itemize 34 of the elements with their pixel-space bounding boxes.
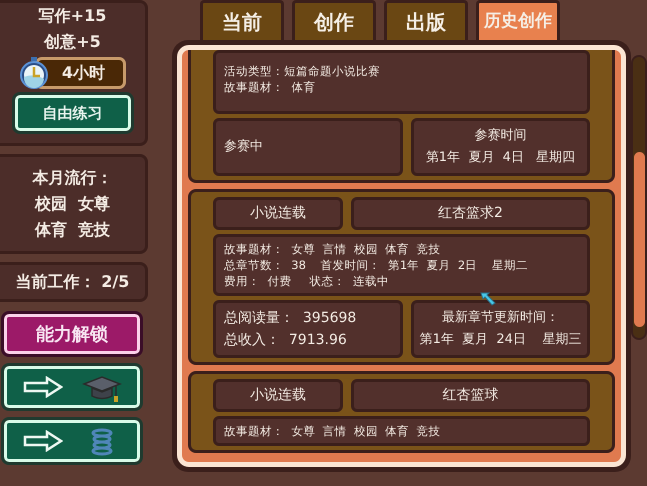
title-label: 红杏篮球: [351, 379, 590, 412]
nav-button[interactable]: [4, 366, 140, 408]
arrow-icon: [22, 430, 62, 452]
stat-text: 写作+15: [38, 6, 106, 25]
unlock-button[interactable]: 能力解锁: [4, 314, 140, 354]
title-label: 红杏篮求2: [351, 197, 590, 230]
tab[interactable]: 创作: [292, 0, 376, 40]
status-text: 参赛中: [224, 139, 263, 154]
scrollbar-thumb[interactable]: [634, 152, 645, 327]
info-text: 活动类型：短篇命题小说比赛: [224, 64, 380, 78]
nav-button[interactable]: [4, 420, 140, 462]
cursor-icon: [480, 292, 496, 306]
tab[interactable]: 出版: [384, 0, 468, 40]
info-text: 故事题材： 女尊 言情 校园 体育 竞技: [224, 424, 441, 438]
work-count: 当前工作： 2/5: [16, 272, 130, 291]
stat-text: 创意+5: [44, 32, 101, 51]
info-text: 费用： 付费 状态： 连载中: [224, 274, 389, 288]
date-text: 第1年 夏月 24日 星期三: [420, 332, 582, 347]
trend-tags: 校园 女尊: [34, 194, 110, 213]
tab[interactable]: 当前: [200, 0, 284, 40]
scrollbar[interactable]: [631, 55, 647, 340]
total-text: 总收入： 7913.96: [224, 332, 347, 348]
date-title: 参赛时间: [474, 128, 526, 143]
trend-title: 本月流行：: [31, 167, 114, 189]
info-text: 故事题材： 体育: [224, 80, 316, 94]
date-title: 最新章节更新时间：: [442, 310, 559, 325]
info-text: 故事题材： 女尊 言情 校园 体育 竞技: [224, 242, 441, 256]
trend-tags: 体育 竞技: [34, 220, 110, 239]
arrow-icon: [22, 376, 62, 398]
date-text: 第1年 夏月 4日 星期四: [426, 150, 576, 165]
info-text: 总章节数： 38 首发时间： 第1年 夏月 2日 星期二: [224, 258, 528, 272]
type-label: 小说连载: [213, 379, 343, 412]
total-text: 总阅读量： 395698: [224, 310, 356, 326]
type-label: 小说连载: [213, 197, 343, 230]
